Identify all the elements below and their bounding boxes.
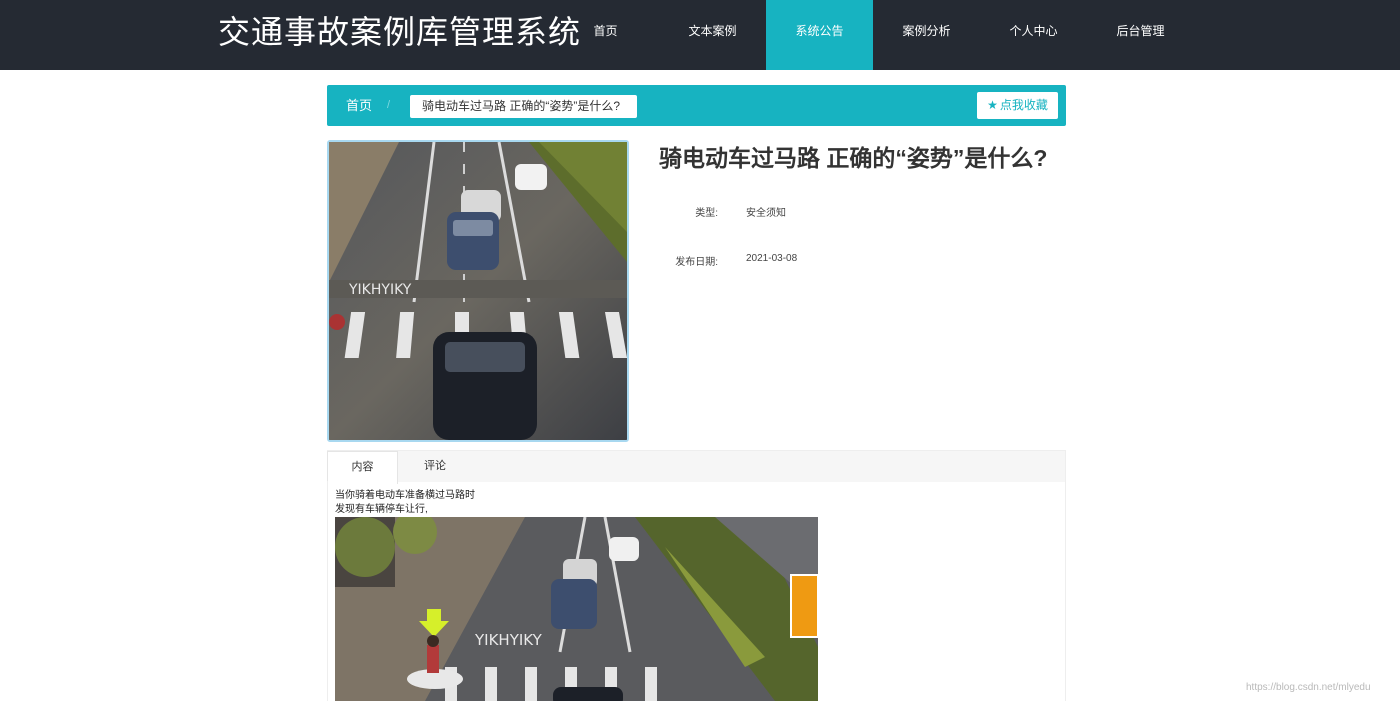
nav-personal-center[interactable]: 个人中心 — [980, 0, 1087, 70]
crosswalk-scene-image: YIKHYIKY — [335, 517, 818, 701]
star-icon: ★ — [987, 98, 998, 112]
top-navbar: 交通事故案例库管理系统 首页 文本案例 系统公告 案例分析 个人中心 后台管理 — [0, 0, 1400, 70]
date-value: 2021-03-08 — [746, 253, 798, 264]
type-label: 类型: — [695, 208, 718, 219]
article-thumbnail: YIKHYIKY — [327, 140, 629, 442]
watermark: https://blog.csdn.net/mlyedu — [1246, 682, 1371, 693]
breadcrumb-home-link[interactable]: 首页 — [346, 85, 372, 126]
favorite-label: 点我收藏 — [999, 98, 1048, 112]
tab-content[interactable]: 内容 — [327, 451, 398, 484]
content-paragraph-2: 发现有车辆停车让行, — [335, 504, 428, 515]
nav-case-analysis[interactable]: 案例分析 — [873, 0, 980, 70]
article-content: 当你骑着电动车准备横过马路时 发现有车辆停车让行, YIKHYIKY — [327, 481, 1066, 701]
nav-admin[interactable]: 后台管理 — [1087, 0, 1194, 70]
tab-comments[interactable]: 评论 — [398, 451, 472, 483]
site-title: 交通事故案例库管理系统 — [218, 13, 582, 51]
breadcrumb-current: 骑电动车过马路 正确的“姿势”是什么? — [410, 95, 637, 118]
svg-text:YIKHYIKY: YIKHYIKY — [348, 282, 412, 298]
nav-text-cases[interactable]: 文本案例 — [659, 0, 766, 70]
content-image: YIKHYIKY — [335, 517, 818, 701]
content-paragraph-1: 当你骑着电动车准备横过马路时 — [335, 490, 475, 501]
type-value: 安全须知 — [746, 208, 786, 219]
nav-system-notice[interactable]: 系统公告 — [766, 0, 873, 70]
street-scene-image: YIKHYIKY — [329, 142, 627, 440]
favorite-button[interactable]: ★ 点我收藏 — [977, 92, 1058, 119]
article-title: 骑电动车过马路 正确的“姿势”是什么? — [659, 145, 1048, 171]
breadcrumb: 首页 / 骑电动车过马路 正确的“姿势”是什么? ★ 点我收藏 — [327, 85, 1066, 126]
svg-text:YIKHYIKY: YIKHYIKY — [474, 631, 543, 649]
date-label: 发布日期: — [675, 257, 718, 268]
main-nav: 首页 文本案例 系统公告 案例分析 个人中心 后台管理 — [552, 0, 1194, 70]
content-tabs: 内容 评论 — [327, 450, 1066, 484]
breadcrumb-separator: / — [387, 99, 391, 111]
nav-home[interactable]: 首页 — [552, 0, 659, 70]
